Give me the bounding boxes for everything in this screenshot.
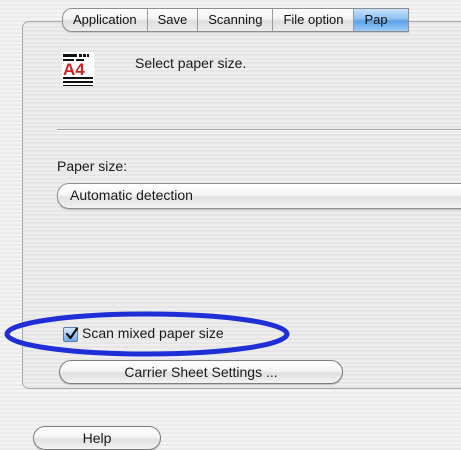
checkmark-icon bbox=[65, 327, 79, 340]
tab-scanning[interactable]: Scanning bbox=[198, 9, 274, 31]
scan-mixed-paper-label[interactable]: Scan mixed paper size bbox=[82, 325, 224, 341]
tab-paper[interactable]: Pap bbox=[354, 9, 408, 31]
section-divider bbox=[57, 129, 461, 131]
a4-paper-icon: A4 bbox=[62, 52, 94, 86]
header-description: Select paper size. bbox=[135, 55, 247, 71]
tab-application[interactable]: Application bbox=[63, 9, 148, 31]
tab-bar: Application Save Scanning File option Pa… bbox=[62, 8, 409, 32]
tab-save[interactable]: Save bbox=[148, 9, 199, 31]
help-button[interactable]: Help bbox=[33, 426, 161, 450]
a4-icon-text: A4 bbox=[63, 60, 85, 79]
paper-size-selected-value: Automatic detection bbox=[70, 187, 193, 203]
paper-size-select[interactable]: Automatic detection bbox=[57, 183, 461, 209]
tab-file-option[interactable]: File option bbox=[273, 9, 355, 31]
scan-mixed-paper-checkbox[interactable] bbox=[63, 327, 79, 342]
carrier-sheet-settings-button[interactable]: Carrier Sheet Settings ... bbox=[59, 360, 343, 384]
paper-size-label: Paper size: bbox=[57, 158, 128, 174]
